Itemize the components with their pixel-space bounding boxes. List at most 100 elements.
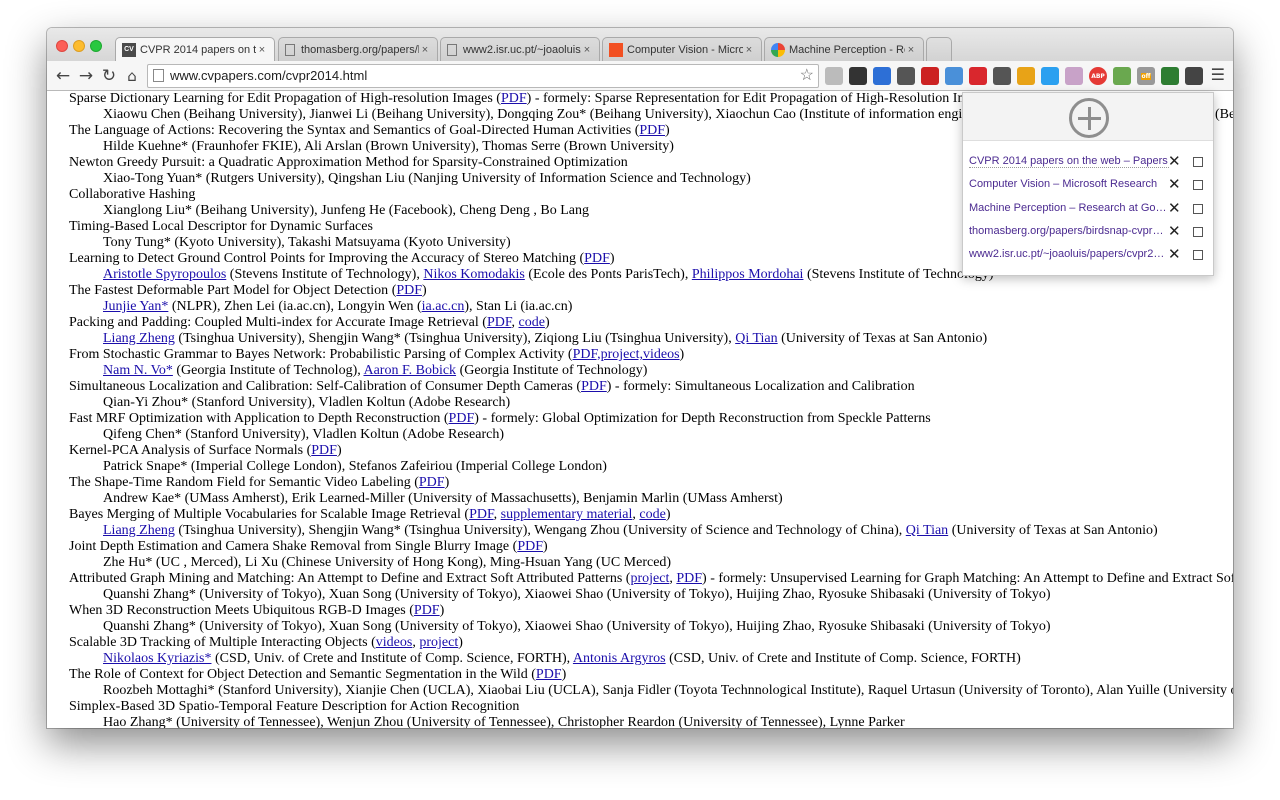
saved-tab-row[interactable]: Machine Perception – Research at Google ✕ [963, 198, 1213, 221]
tab-4[interactable]: Computer Vision - Microso× [602, 37, 762, 61]
select-checkbox[interactable] [1193, 203, 1203, 214]
saved-tab-row[interactable]: thomasberg.org/papers/birdsnap-cvpr14.pd… [963, 221, 1213, 244]
author-link[interactable]: Liang Zheng [103, 523, 175, 538]
saved-tab-row[interactable]: Computer Vision – Microsoft Research ✕ [963, 174, 1213, 197]
saved-tab-label[interactable]: thomasberg.org/papers/birdsnap-cvpr14.pd… [969, 225, 1169, 237]
ext-2-icon[interactable] [849, 67, 867, 85]
saved-tab-label[interactable]: Computer Vision – Microsoft Research [969, 178, 1169, 190]
ext-10-icon[interactable] [1041, 67, 1059, 85]
ext-3-icon[interactable] [873, 67, 891, 85]
saved-tab-label[interactable]: CVPR 2014 papers on the web – Papers [969, 155, 1169, 168]
tab-close-icon[interactable]: × [256, 44, 268, 56]
ext-14-icon[interactable]: off [1137, 67, 1155, 85]
tab-5[interactable]: Machine Perception - Rese× [764, 37, 924, 61]
author-link[interactable]: Nikos Komodakis [423, 267, 525, 282]
address-bar[interactable]: www.cvpapers.com/cvpr2014.html ☆ [147, 64, 819, 88]
author-text: (Stevens Institute of Technology), [226, 267, 424, 282]
paper-link-pdf[interactable]: PDF [676, 571, 702, 586]
ext-7-icon[interactable] [969, 67, 987, 85]
tab-close-icon[interactable]: × [743, 44, 755, 56]
bookmark-star-icon[interactable]: ☆ [800, 65, 814, 87]
saved-tab-label[interactable]: Machine Perception – Research at Google [969, 202, 1169, 214]
tab-close-icon[interactable]: × [419, 44, 431, 56]
author-link[interactable]: Junjie Yan* [103, 299, 168, 314]
remove-icon[interactable]: ✕ [1168, 175, 1181, 193]
saved-tab-row[interactable]: CVPR 2014 papers on the web – Papers ✕ [963, 151, 1213, 174]
saved-tab-row[interactable]: www2.isr.uc.pt/~joaoluis/papers/cvpr2014… [963, 244, 1213, 267]
author-link[interactable]: Qi Tian [735, 331, 777, 346]
ext-16-icon[interactable] [1185, 67, 1203, 85]
author-link[interactable]: Philippos Mordohai [692, 267, 804, 282]
paper-link-pdf[interactable]: PDF [311, 443, 337, 458]
paper-link-pdf[interactable]: PDF [639, 123, 665, 138]
back-button[interactable]: ← [53, 66, 73, 86]
paper-link-pdf-project-videos[interactable]: PDF,project,videos [573, 347, 680, 362]
author-link[interactable]: Nam N. Vo* [103, 363, 173, 378]
paper-link-pdf[interactable]: PDF [584, 251, 610, 266]
author-link[interactable]: Liang Zheng [103, 331, 175, 346]
remove-icon[interactable]: ✕ [1168, 245, 1181, 263]
paper-link-pdf[interactable]: PDF [449, 411, 475, 426]
new-tab-button[interactable] [926, 37, 952, 61]
add-tab-button[interactable] [1069, 98, 1109, 138]
remove-icon[interactable]: ✕ [1168, 222, 1181, 240]
home-button[interactable]: ⌂ [122, 66, 142, 86]
chrome-menu-icon[interactable]: ☰ [1211, 65, 1225, 84]
forward-button[interactable]: → [76, 66, 96, 86]
ext-13-icon[interactable] [1113, 67, 1131, 85]
paper-link-pdf[interactable]: PDF [581, 379, 607, 394]
tab-1[interactable]: CV CVPR 2014 papers on the × [115, 37, 275, 61]
page-icon [447, 43, 457, 56]
tab-close-icon[interactable]: × [905, 44, 917, 56]
paper-link-pdf[interactable]: PDF [419, 475, 445, 490]
paper-link-code[interactable]: code [519, 315, 545, 330]
saved-tab-label[interactable]: www2.isr.uc.pt/~joaoluis/papers/cvpr2014… [969, 248, 1169, 260]
select-checkbox[interactable] [1193, 226, 1203, 237]
author-link[interactable]: Qi Tian [906, 523, 948, 538]
author-link[interactable]: Antonis Argyros [573, 651, 666, 666]
paper-link-supplementary-material[interactable]: supplementary material [501, 507, 633, 522]
paper-authors: Liang Zheng (Tsinghua University), Sheng… [103, 523, 1158, 539]
paper-link-pdf[interactable]: PDF [536, 667, 562, 682]
paper-link-project[interactable]: project [630, 571, 669, 586]
author-text: (Tsinghua University), Shengjin Wang* (T… [174, 523, 906, 538]
author-link[interactable]: ia.ac.cn [422, 299, 465, 314]
select-checkbox[interactable] [1193, 180, 1203, 191]
select-checkbox[interactable] [1193, 157, 1203, 167]
tab-2[interactable]: thomasberg.org/papers/bir × [278, 37, 438, 61]
paper-link-code[interactable]: code [639, 507, 665, 522]
paper-link-project[interactable]: project [419, 635, 458, 650]
author-text: Xiaowu Chen (Beihang University), Jianwe… [103, 107, 1005, 122]
remove-icon[interactable]: ✕ [1168, 199, 1181, 217]
ext-6-icon[interactable] [945, 67, 963, 85]
reload-button[interactable]: ↻ [99, 66, 119, 86]
minimize-window-button[interactable] [73, 40, 85, 52]
ext-15-icon[interactable] [1161, 67, 1179, 85]
paper-link-videos[interactable]: videos [376, 635, 413, 650]
tab-close-icon[interactable]: × [581, 44, 593, 56]
paper-link-pdf[interactable]: PDF [501, 92, 527, 106]
select-checkbox[interactable] [1193, 250, 1203, 261]
tab-3[interactable]: www2.isr.uc.pt/~joaoluis/p × [440, 37, 600, 61]
author-link[interactable]: Aaron F. Bobick [363, 363, 456, 378]
paper-link-pdf[interactable]: PDF [487, 315, 512, 330]
close-window-button[interactable] [56, 40, 68, 52]
ext-12-icon[interactable]: ABP [1089, 67, 1107, 85]
author-link[interactable]: Aristotle Spyropoulos [103, 267, 226, 282]
ext-8-icon[interactable] [993, 67, 1011, 85]
ext-9-icon[interactable] [1017, 67, 1035, 85]
paper-link-pdf[interactable]: PDF [414, 603, 440, 618]
paper-link-pdf[interactable]: PDF [517, 539, 543, 554]
author-link[interactable]: Nikolaos Kyriazis* [103, 651, 211, 666]
ext-11-icon[interactable] [1065, 67, 1083, 85]
remove-icon[interactable]: ✕ [1168, 152, 1181, 170]
paper-authors: Andrew Kae* (UMass Amherst), Erik Learne… [103, 491, 783, 507]
paper-title: The Fastest Deformable Part Model for Ob… [69, 283, 427, 298]
maximize-window-button[interactable] [90, 40, 102, 52]
ext-4-icon[interactable] [897, 67, 915, 85]
ext-1-icon[interactable] [825, 67, 843, 85]
ext-5-icon[interactable] [921, 67, 939, 85]
author-text: Zhe Hu* (UC , Merced), Li Xu (Chinese Un… [103, 555, 672, 570]
paper-link-pdf[interactable]: PDF [396, 283, 422, 298]
paper-link-pdf[interactable]: PDF [469, 507, 494, 522]
